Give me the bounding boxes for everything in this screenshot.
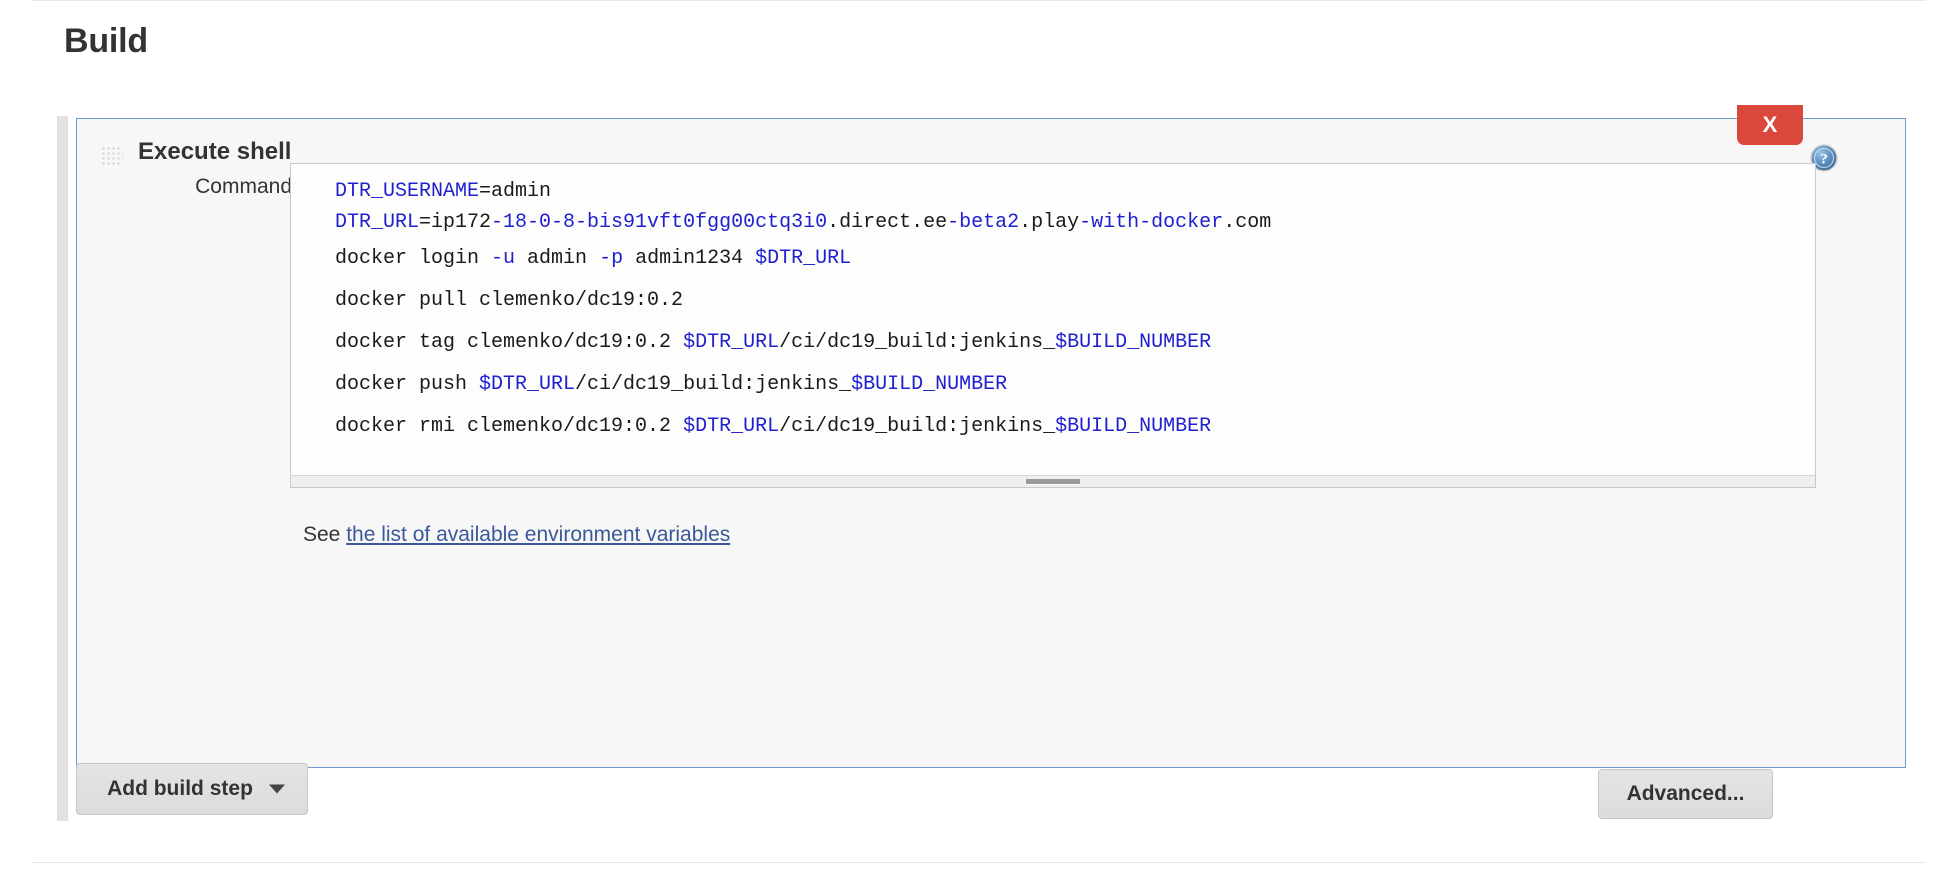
- advanced-button[interactable]: Advanced...: [1598, 769, 1773, 819]
- delete-build-step-button[interactable]: X: [1737, 105, 1803, 145]
- drag-grip-icon[interactable]: [101, 146, 123, 167]
- environment-variables-link[interactable]: the list of available environment variab…: [346, 523, 730, 546]
- svg-text:?: ?: [1820, 152, 1828, 168]
- command-line: docker login -u admin -p admin1234 $DTR_…: [335, 247, 852, 270]
- command-input[interactable]: DTR_USERNAME=admin DTR_URL=ip172-18-0-8-b…: [290, 163, 1816, 475]
- command-line: docker rmi clemenko/dc19:0.2 $DTR_URL/ci…: [335, 415, 1212, 438]
- textarea-resize-strip: [290, 475, 1816, 488]
- environment-variables-help: See the list of available environment va…: [303, 523, 730, 547]
- build-section-rail: [57, 116, 68, 821]
- build-step-title: Execute shell: [138, 138, 292, 165]
- bottom-divider: [32, 862, 1926, 863]
- help-text-prefix: See: [303, 523, 347, 546]
- page-title: Build: [64, 22, 148, 60]
- add-build-step-button[interactable]: Add build step: [76, 763, 308, 815]
- command-line: docker push $DTR_URL/ci/dc19_build:jenki…: [335, 373, 1008, 396]
- build-step-panel-execute-shell: Execute shell X ? Command DTR_USERNAME=a…: [76, 105, 1906, 819]
- command-line: DTR_URL=ip172-18-0-8-bis91vft0fgg00ctq3i…: [335, 211, 1272, 234]
- command-line: DTR_USERNAME=admin: [335, 180, 552, 203]
- command-field-wrapper: DTR_USERNAME=admin DTR_URL=ip172-18-0-8-b…: [290, 163, 1816, 488]
- command-line: docker tag clemenko/dc19:0.2 $DTR_URL/ci…: [335, 331, 1212, 354]
- command-label: Command: [195, 175, 292, 198]
- add-build-step-label: Add build step: [107, 777, 253, 800]
- top-divider: [32, 0, 1926, 1]
- chevron-down-icon: [269, 784, 285, 794]
- textarea-resize-grip[interactable]: [1026, 479, 1080, 485]
- command-line: docker pull clemenko/dc19:0.2: [335, 289, 684, 312]
